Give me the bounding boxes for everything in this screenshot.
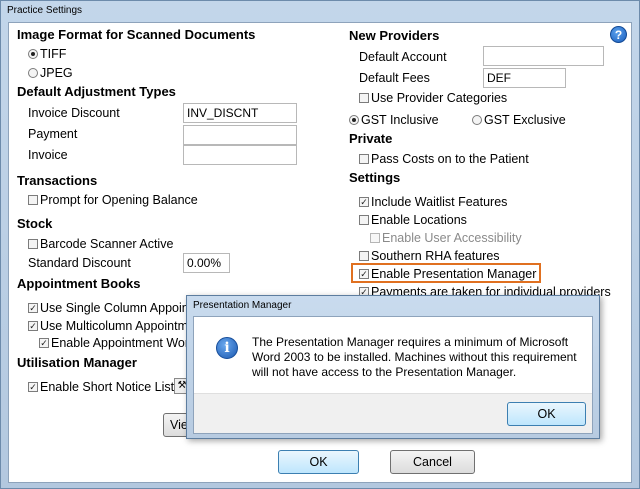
default-account-field[interactable] <box>483 46 604 66</box>
adjustment-types-header: Default Adjustment Types <box>17 84 176 99</box>
gst-exclusive-radio[interactable] <box>472 115 482 125</box>
presentation-label[interactable]: Enable Presentation Manager <box>371 267 536 281</box>
enable-workflow-checkbox[interactable]: ✓ <box>39 338 49 348</box>
practice-settings-window: Practice Settings ? Image Format for Sca… <box>0 0 640 489</box>
dialog-ok-button[interactable]: OK <box>507 402 586 426</box>
standard-discount-field[interactable]: 0.00% <box>183 253 230 273</box>
payment-label: Payment <box>28 127 78 141</box>
invoice-field[interactable] <box>183 145 297 165</box>
dialog-footer: OK <box>194 393 592 433</box>
locations-label[interactable]: Enable Locations <box>371 213 467 227</box>
image-format-header: Image Format for Scanned Documents <box>17 27 256 42</box>
prompt-opening-label[interactable]: Prompt for Opening Balance <box>40 193 198 207</box>
pass-costs-checkbox[interactable] <box>359 154 369 164</box>
barcode-checkbox[interactable] <box>28 239 38 249</box>
default-account-label: Default Account <box>359 50 447 64</box>
multicolumn-checkbox[interactable]: ✓ <box>28 321 38 331</box>
stock-header: Stock <box>17 216 53 231</box>
southern-rha-checkbox[interactable] <box>359 251 369 261</box>
gst-inclusive-label[interactable]: GST Inclusive <box>361 113 439 127</box>
jpeg-label[interactable]: JPEG <box>40 66 73 80</box>
single-column-checkbox[interactable]: ✓ <box>28 303 38 313</box>
utilisation-header: Utilisation Manager <box>17 355 137 370</box>
waitlist-label[interactable]: Include Waitlist Features <box>371 195 507 209</box>
dialog-title: Presentation Manager <box>193 300 292 311</box>
user-access-checkbox[interactable] <box>370 233 380 243</box>
tiff-label[interactable]: TIFF <box>40 47 66 61</box>
dialog-body: i The Presentation Manager requires a mi… <box>193 316 593 434</box>
private-header: Private <box>349 131 393 146</box>
enable-workflow-label[interactable]: Enable Appointment Workf <box>51 336 199 350</box>
user-access-label[interactable]: Enable User Accessibility <box>382 231 522 245</box>
standard-discount-label: Standard Discount <box>28 256 131 270</box>
locations-checkbox[interactable] <box>359 215 369 225</box>
presentation-checkbox[interactable]: ✓ <box>359 269 369 279</box>
single-column-label[interactable]: Use Single Column Appointm <box>40 301 203 315</box>
prompt-opening-checkbox[interactable] <box>28 195 38 205</box>
invoice-discount-field[interactable]: INV_DISCNT <box>183 103 297 123</box>
short-notice-label[interactable]: Enable Short Notice List <box>40 380 174 394</box>
short-notice-checkbox[interactable]: ✓ <box>28 382 38 392</box>
waitlist-checkbox[interactable]: ✓ <box>359 197 369 207</box>
settings-header: Settings <box>349 170 401 185</box>
presentation-manager-dialog: Presentation Manager i The Presentation … <box>186 295 600 439</box>
payment-field[interactable] <box>183 125 297 145</box>
pass-costs-label[interactable]: Pass Costs on to the Patient <box>371 152 529 166</box>
invoice-label: Invoice <box>28 148 68 162</box>
info-icon: i <box>216 337 238 359</box>
southern-rha-label[interactable]: Southern RHA features <box>371 249 500 263</box>
appointment-books-header: Appointment Books <box>17 276 141 291</box>
invoice-discount-label: Invoice Discount <box>28 106 120 120</box>
default-fees-field[interactable]: DEF <box>483 68 566 88</box>
gst-exclusive-label[interactable]: GST Exclusive <box>484 113 566 127</box>
default-fees-label: Default Fees <box>359 71 430 85</box>
cancel-button[interactable]: Cancel <box>390 450 475 474</box>
use-categories-label[interactable]: Use Provider Categories <box>371 91 507 105</box>
new-providers-header: New Providers <box>349 28 440 43</box>
use-categories-checkbox[interactable] <box>359 93 369 103</box>
multicolumn-label[interactable]: Use Multicolumn Appointmen <box>40 319 202 333</box>
tiff-radio[interactable] <box>28 49 38 59</box>
window-title: Practice Settings <box>7 5 83 16</box>
jpeg-radio[interactable] <box>28 68 38 78</box>
ok-button[interactable]: OK <box>278 450 359 474</box>
barcode-label[interactable]: Barcode Scanner Active <box>40 237 173 251</box>
help-icon[interactable]: ? <box>610 26 627 43</box>
gst-inclusive-radio[interactable] <box>349 115 359 125</box>
dialog-message: The Presentation Manager requires a mini… <box>252 335 577 379</box>
transactions-header: Transactions <box>17 173 98 188</box>
